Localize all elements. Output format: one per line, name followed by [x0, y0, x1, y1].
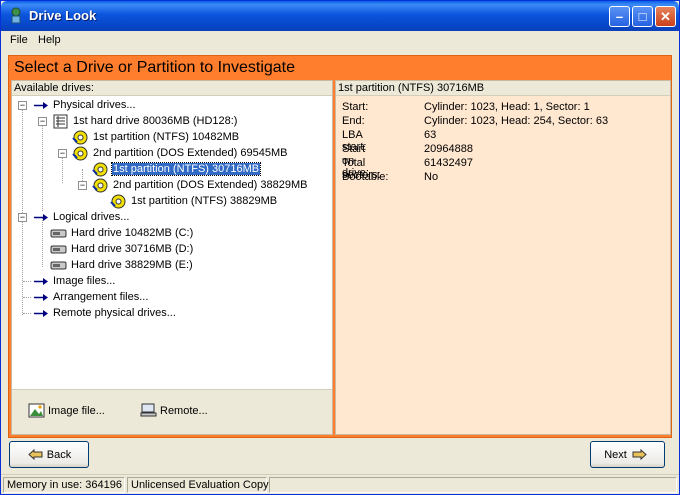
drives-panel-footer: Image file... Remote... [12, 389, 332, 434]
drives-panel: Available drives: − Physical drives... −… [11, 80, 333, 435]
license-status: Unlicensed Evaluation Copy [127, 477, 269, 493]
property-key: Start: [342, 101, 369, 113]
app-icon [11, 7, 21, 24]
partition-icon [72, 130, 88, 144]
tree-node-label: Physical drives... [53, 99, 136, 111]
property-value: Cylinder: 1023, Head: 1, Sector: 1 [424, 101, 590, 113]
tree-node-label: Hard drive 38829MB (E:) [71, 259, 193, 271]
image-file-icon [28, 403, 45, 418]
tree-node-physical[interactable]: Physical drives... [32, 97, 137, 113]
tree-node-p2b[interactable]: 2nd partition (DOS Extended) 38829MB [92, 177, 308, 193]
arrow-icon [34, 309, 48, 317]
collapse-hd1[interactable]: − [38, 117, 47, 126]
status-empty-cell [269, 477, 677, 493]
collapse-p2[interactable]: − [58, 149, 67, 158]
memory-status: Memory in use: 364196 [3, 477, 125, 493]
tree-node-label: 1st partition (NTFS) 38829MB [131, 195, 278, 207]
disk-icon [50, 261, 67, 269]
disk-icon [50, 229, 67, 237]
arrow-icon [34, 213, 48, 221]
partition-icon [92, 178, 108, 192]
menu-help[interactable]: Help [38, 34, 61, 46]
partition-icon [110, 194, 126, 208]
tree-node-drive-e[interactable]: Hard drive 38829MB (E:) [50, 257, 194, 273]
tree-node-hd1[interactable]: 1st hard drive 80036MB (HD128:) [52, 113, 238, 129]
arrow-icon [34, 101, 48, 109]
collapse-logical[interactable]: − [18, 213, 27, 222]
menu-bar: File Help [1, 31, 679, 50]
property-value: 20964888 [424, 143, 473, 155]
tree-node-label: 2nd partition (DOS Extended) 38829MB [113, 179, 308, 191]
drives-panel-header: Available drives: [12, 81, 332, 96]
menu-file[interactable]: File [10, 34, 28, 46]
tree-node-label: Hard drive 30716MB (D:) [71, 243, 194, 255]
maximize-button[interactable]: □ [632, 6, 653, 27]
tree-node-label: 1st partition (NTFS) 10482MB [93, 131, 240, 143]
tree-node-label: Logical drives... [53, 211, 130, 223]
hand-right-icon [632, 448, 647, 461]
remote-computer-icon [140, 403, 157, 417]
arrow-icon [34, 277, 48, 285]
tree-line [23, 297, 31, 298]
status-bar: Memory in use: 364196 Unlicensed Evaluat… [1, 474, 679, 494]
main-window: Drive Look – □ ✕ File Help Select a Driv… [0, 0, 680, 495]
property-value: 63 [424, 129, 437, 141]
tree-node-image-files[interactable]: Image files... [32, 273, 116, 289]
title-bar[interactable]: Drive Look – □ ✕ [1, 1, 679, 31]
tree-line [22, 105, 23, 315]
property-value: No [424, 171, 439, 183]
tree-node-p2a[interactable]: 1st partition (NTFS) 30716MB [92, 161, 262, 177]
property-key: Bootable: [342, 171, 389, 183]
details-panel: 1st partition (NTFS) 30716MB Start: Cyli… [335, 80, 671, 435]
tree-line [23, 313, 31, 314]
next-label: Next [604, 448, 627, 461]
disk-icon [50, 245, 67, 253]
tree-node-p2[interactable]: 2nd partition (DOS Extended) 69545MB [72, 145, 288, 161]
remote-button[interactable]: Remote... [140, 403, 208, 418]
tree-node-drive-c[interactable]: Hard drive 10482MB (C:) [50, 225, 194, 241]
hand-left-icon [28, 448, 43, 461]
collapse-p2b[interactable]: − [78, 181, 87, 190]
tree-line [42, 119, 43, 211]
tree-node-drive-d[interactable]: Hard drive 30716MB (D:) [50, 241, 194, 257]
maximize-icon: □ [638, 9, 647, 24]
property-value: Cylinder: 1023, Head: 254, Sector: 63 [424, 115, 609, 127]
tree-line [23, 281, 31, 282]
back-button[interactable]: Back [9, 441, 89, 468]
property-value: 61432497 [424, 157, 473, 169]
investigate-frame: Select a Drive or Partition to Investiga… [8, 55, 672, 438]
tree-node-p2b1[interactable]: 1st partition (NTFS) 38829MB [110, 193, 278, 209]
tree-node-remote-drives[interactable]: Remote physical drives... [32, 305, 177, 321]
next-button[interactable]: Next [590, 441, 665, 468]
drive-tree[interactable]: − Physical drives... − 1st hard drive 80… [12, 97, 332, 389]
tree-node-label: 1st partition (NTFS) 30716MB [110, 162, 262, 176]
tree-node-label: Arrangement files... [53, 291, 149, 303]
close-button[interactable]: ✕ [655, 6, 676, 27]
minimize-icon: – [615, 9, 624, 24]
tree-node-label: 1st hard drive 80036MB (HD128:) [73, 115, 238, 127]
image-file-label: Image file... [48, 404, 105, 417]
back-label: Back [46, 448, 72, 461]
tree-node-label: 2nd partition (DOS Extended) 69545MB [93, 147, 288, 159]
tree-node-label: Remote physical drives... [53, 307, 176, 319]
partition-icon [72, 146, 88, 160]
hard-drive-icon [53, 114, 68, 128]
property-key: End: [342, 115, 365, 127]
tree-node-p1[interactable]: 1st partition (NTFS) 10482MB [72, 129, 240, 145]
banner-title: Select a Drive or Partition to Investiga… [14, 59, 296, 76]
tree-node-label: Image files... [53, 275, 116, 287]
window-title: Drive Look [29, 8, 97, 23]
tree-node-arrangement-files[interactable]: Arrangement files... [32, 289, 149, 305]
partition-icon [92, 162, 108, 176]
tree-node-label: Hard drive 10482MB (C:) [71, 227, 194, 239]
close-icon: ✕ [660, 8, 671, 24]
arrow-icon [34, 293, 48, 301]
collapse-physical[interactable]: − [18, 101, 27, 110]
tree-node-logical[interactable]: Logical drives... [32, 209, 130, 225]
image-file-button[interactable]: Image file... [28, 403, 105, 418]
minimize-button[interactable]: – [609, 6, 630, 27]
details-panel-header: 1st partition (NTFS) 30716MB [336, 81, 670, 96]
remote-label: Remote... [160, 404, 208, 417]
